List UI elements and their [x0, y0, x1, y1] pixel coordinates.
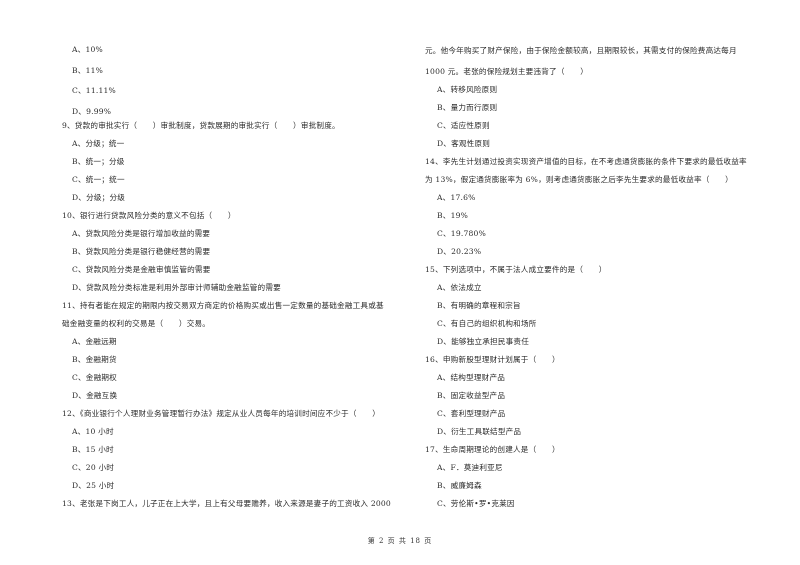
- q14-option-d: D、20.23%: [437, 247, 482, 256]
- q12-option-d: D、25 小时: [72, 481, 115, 490]
- q9-option-c: C、统一；统一: [72, 175, 125, 184]
- q11-stem-line1: 11、持有者能在规定的期限内按交易双方商定的价格购买或出售一定数量的基础金融工具…: [62, 301, 384, 310]
- q11-stem-line2: 础金融变量的权利的交易是（ ）交易。: [62, 319, 211, 328]
- q11-option-d: D、金融互换: [72, 391, 118, 400]
- q16-stem: 16、申购新股型理财计划属于（ ）: [425, 355, 560, 364]
- q10-option-c: C、贷款风险分类是金融审慎监管的需要: [72, 265, 211, 274]
- q8-option-c: C、11.11%: [72, 86, 116, 95]
- q11-option-a: A、金融远期: [72, 337, 117, 346]
- q16-option-c: C、套利型理财产品: [437, 409, 506, 418]
- q13-stem-line2: 元。他今年购买了财产保险，由于保险金额较高，且期限较长，其需支付的保险费高达每月: [425, 46, 737, 55]
- q12-option-c: C、20 小时: [72, 463, 115, 472]
- q10-option-d: D、贷款风险分类标准是利用外部审计师辅助金融监管的需要: [72, 283, 281, 292]
- q9-stem: 9、贷款的审批实行（ ）审批制度，贷款展期的审批实行（ ）审批制度。: [62, 121, 340, 130]
- q10-stem: 10、银行进行贷款风险分类的意义不包括（ ）: [62, 211, 236, 220]
- q14-option-b: B、19%: [437, 211, 469, 220]
- page-footer: 第 2 页 共 18 页: [367, 537, 433, 545]
- q9-option-d: D、分级；分级: [72, 193, 126, 202]
- q14-option-c: C、19.780%: [437, 229, 486, 238]
- q8-option-b: B、11%: [72, 66, 104, 75]
- q13-option-d: D、客观性原则: [437, 139, 491, 148]
- q10-option-a: A、贷款风险分类是银行增加收益的需要: [72, 229, 211, 238]
- q8-option-a: A、10%: [72, 45, 103, 54]
- q16-option-a: A、结构型理财产品: [437, 373, 506, 382]
- q13-stem-line1: 13、老张是下岗工人，儿子正在上大学，且上有父母要赡养，收入来源是妻子的工资收入…: [62, 499, 391, 508]
- q14-option-a: A、17.6%: [437, 193, 476, 202]
- q15-option-b: B、有明确的章程和宗旨: [437, 301, 521, 310]
- q15-option-c: C、有自己的组织机构和场所: [437, 319, 537, 328]
- q12-option-b: B、15 小时: [72, 445, 114, 454]
- q12-option-a: A、10 小时: [72, 427, 114, 436]
- q10-option-b: B、贷款风险分类是银行稳健经营的需要: [72, 247, 211, 256]
- q14-stem-line2: 为 13%，假定通货膨胀率为 6%，则考虑通货膨胀之后李先生要求的最低收益率（ …: [425, 175, 733, 184]
- q9-option-a: A、分级；统一: [72, 139, 125, 148]
- q12-stem: 12、《商业银行个人理财业务管理暂行办法》规定从业人员每年的培训时间应不少于（ …: [62, 409, 381, 418]
- q11-option-b: B、金融期货: [72, 355, 117, 364]
- q11-option-c: C、金融期权: [72, 373, 117, 382]
- q16-option-b: B、固定收益型产品: [437, 391, 506, 400]
- q15-option-d: D、能够独立承担民事责任: [437, 337, 530, 346]
- q13-stem-line3: 1000 元。老张的保险规划主要违背了（ ）: [425, 67, 589, 76]
- q13-option-b: B、量力而行原则: [437, 103, 498, 112]
- q8-option-d: D、9.99%: [72, 107, 112, 116]
- q17-stem: 17、生命周期理论的创建人是（ ）: [425, 445, 560, 454]
- q14-stem-line1: 14、李先生计划通过投资实现资产增值的目标，在不考虑通货膨胀的条件下要求的最低收…: [425, 157, 747, 166]
- q13-option-c: C、适应性原则: [437, 121, 490, 130]
- q16-option-d: D、衍生工具联结型产品: [437, 427, 522, 436]
- q15-stem: 15、下列选项中，不属于法人成立要件的是（ ）: [425, 265, 607, 274]
- q13-option-a: A、转移风险原则: [437, 85, 498, 94]
- q15-option-a: A、依法成立: [437, 283, 482, 292]
- q17-option-b: B、威廉姆森: [437, 481, 482, 490]
- q9-option-b: B、统一；分级: [72, 157, 125, 166]
- q17-option-c: C、劳伦斯•罗•克莱因: [437, 499, 515, 508]
- q17-option-a: A、F．莫迪利亚尼: [437, 463, 503, 472]
